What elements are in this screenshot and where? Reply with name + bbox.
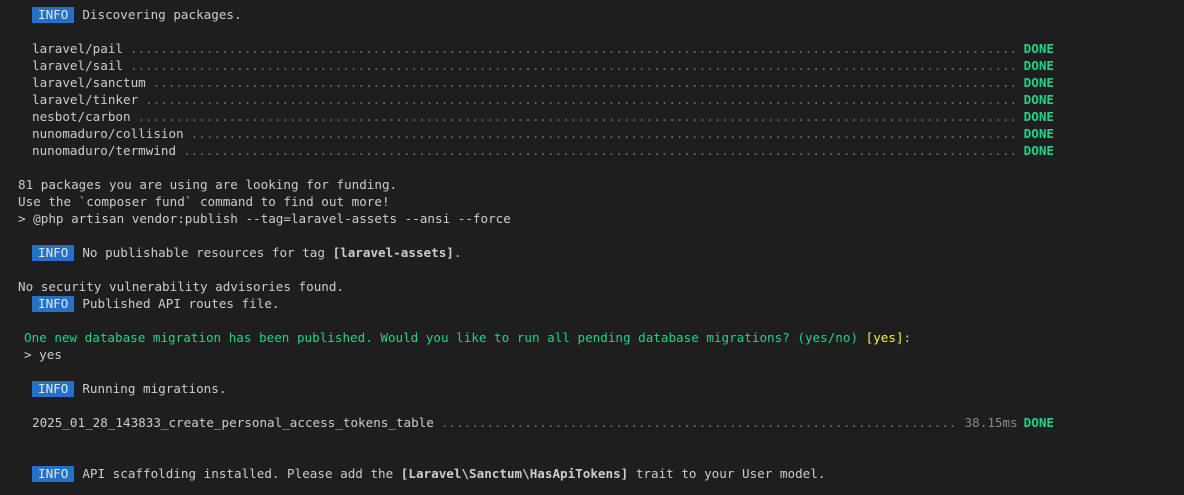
done-status: DONE bbox=[1023, 126, 1054, 141]
done-status: DONE bbox=[1023, 92, 1054, 107]
done-status: DONE bbox=[1023, 75, 1054, 90]
dot-leader bbox=[138, 108, 1018, 125]
package-name: nunomaduro/collision bbox=[32, 126, 184, 141]
package-row: nunomaduro/collision DONE bbox=[32, 125, 1054, 142]
info-text: Discovering packages. bbox=[82, 7, 242, 22]
asset-tag: [laravel-assets] bbox=[332, 245, 454, 260]
command-line: > @php artisan vendor:publish --tag=lara… bbox=[18, 211, 511, 226]
dot-leader bbox=[441, 414, 959, 431]
info-text: Published API routes file. bbox=[82, 296, 280, 311]
package-name: nesbot/carbon bbox=[32, 109, 131, 124]
package-row: nunomaduro/termwind DONE bbox=[32, 142, 1054, 159]
package-row: laravel/tinker DONE bbox=[32, 91, 1054, 108]
dot-leader bbox=[183, 142, 1018, 159]
package-name: laravel/sail bbox=[32, 58, 123, 73]
security-line: No security vulnerability advisories fou… bbox=[18, 279, 345, 294]
info-badge: INFO bbox=[32, 381, 75, 397]
trait-name: [Laravel\Sanctum\HasApiTokens] bbox=[400, 466, 629, 481]
info-badge: INFO bbox=[32, 296, 75, 312]
package-row: nesbot/carbon DONE bbox=[32, 108, 1054, 125]
done-status: DONE bbox=[1023, 109, 1054, 124]
migration-prompt: One new database migration has been publ… bbox=[24, 329, 911, 346]
package-row: laravel/sail DONE bbox=[32, 57, 1054, 74]
package-name: laravel/sanctum bbox=[32, 75, 146, 90]
migration-time: 38.15ms bbox=[964, 415, 1018, 430]
package-name: laravel/tinker bbox=[32, 92, 139, 107]
info-text: API scaffolding installed. Please add th… bbox=[82, 466, 401, 481]
info-text: No publishable resources for tag bbox=[82, 245, 333, 260]
info-line-no-publishable: INFO No publishable resources for tag [la… bbox=[32, 244, 461, 261]
funding-hint-line: Use the `composer fund` command to find … bbox=[18, 194, 390, 209]
migration-name: 2025_01_28_143833_create_personal_access… bbox=[32, 415, 434, 430]
done-status: DONE bbox=[1023, 415, 1054, 430]
dot-leader bbox=[130, 40, 1018, 57]
info-line-discovering: INFO Discovering packages. bbox=[32, 6, 242, 23]
info-text-end: trait to your User model. bbox=[628, 466, 826, 481]
dot-leader bbox=[191, 125, 1018, 142]
info-line-published: INFO Published API routes file. bbox=[32, 295, 279, 312]
info-line-scaffold: INFO API scaffolding installed. Please ad… bbox=[32, 465, 825, 482]
prompt-question: One new database migration has been publ… bbox=[24, 330, 859, 345]
dot-leader bbox=[153, 74, 1018, 91]
done-status: DONE bbox=[1023, 41, 1054, 56]
dot-leader bbox=[130, 57, 1018, 74]
info-badge: INFO bbox=[32, 245, 75, 261]
info-line-running: INFO Running migrations. bbox=[32, 380, 226, 397]
done-status: DONE bbox=[1023, 58, 1054, 73]
prompt-answer[interactable]: > yes bbox=[24, 346, 62, 363]
prompt-colon: : bbox=[903, 330, 912, 345]
package-name: laravel/pail bbox=[32, 41, 123, 56]
info-badge: INFO bbox=[32, 7, 75, 23]
package-name: nunomaduro/termwind bbox=[32, 143, 177, 158]
prompt-default: [yes] bbox=[865, 330, 904, 345]
info-text: Running migrations. bbox=[82, 381, 227, 396]
funding-line: 81 packages you are using are looking fo… bbox=[18, 177, 398, 192]
package-row: laravel/sanctum DONE bbox=[32, 74, 1054, 91]
migration-row: 2025_01_28_143833_create_personal_access… bbox=[32, 414, 1054, 431]
dot-leader bbox=[145, 91, 1018, 108]
info-text-end: . bbox=[453, 245, 462, 260]
info-badge: INFO bbox=[32, 466, 75, 482]
terminal-output[interactable]: INFO Discovering packages. laravel/pail DO… bbox=[0, 0, 1184, 495]
package-row: laravel/pail DONE bbox=[32, 40, 1054, 57]
done-status: DONE bbox=[1023, 143, 1054, 158]
